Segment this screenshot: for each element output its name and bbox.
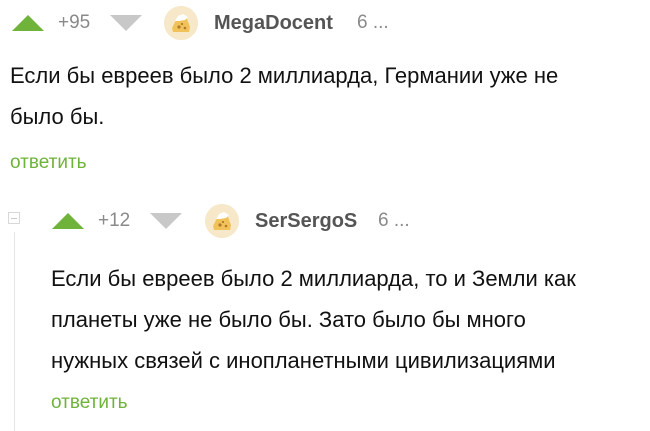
comment-header: +95 MegaDocent 6 ... (0, 0, 650, 46)
thread-line (14, 232, 15, 431)
username-link[interactable]: SerSergoS (255, 210, 357, 233)
comment: +12 SerSergoS 6 ... Если бы евреев было … (0, 196, 650, 413)
comment-rating: +95 (58, 12, 91, 33)
comment-header: +12 SerSergoS 6 ... (0, 196, 650, 242)
comment-text-line: планеты уже не было бы. Зато было бы мно… (51, 307, 526, 332)
comment-text-line: Если бы евреев было 2 миллиарда, Германи… (10, 63, 559, 88)
comment: +95 MegaDocent 6 ... Если бы евреев было… (0, 0, 650, 173)
comment-time: 6 ... (357, 12, 389, 33)
upvote-arrow-icon[interactable] (12, 15, 44, 31)
downvote-arrow-icon[interactable] (150, 213, 182, 229)
reply-link[interactable]: ответить (10, 152, 87, 174)
avatar-icon (205, 204, 239, 238)
comment-text: Если бы евреев было 2 миллиарда, то и Зе… (51, 258, 576, 381)
reply-link[interactable]: ответить (51, 392, 128, 414)
avatar[interactable] (205, 204, 239, 238)
downvote-arrow-icon[interactable] (110, 15, 142, 31)
avatar-icon (164, 6, 198, 40)
upvote-arrow-icon[interactable] (52, 213, 84, 229)
username-link[interactable]: MegaDocent (214, 12, 333, 35)
comment-time: 6 ... (378, 210, 410, 231)
avatar[interactable] (164, 6, 198, 40)
comment-text-line: было бы. (10, 104, 105, 129)
comment-text-line: Если бы евреев было 2 миллиарда, то и Зе… (51, 266, 576, 291)
comment-rating: +12 (98, 210, 131, 231)
comment-text-line: нужных связей с инопланетными цивилизаци… (51, 348, 556, 373)
comment-text: Если бы евреев было 2 миллиарда, Германи… (10, 55, 558, 137)
